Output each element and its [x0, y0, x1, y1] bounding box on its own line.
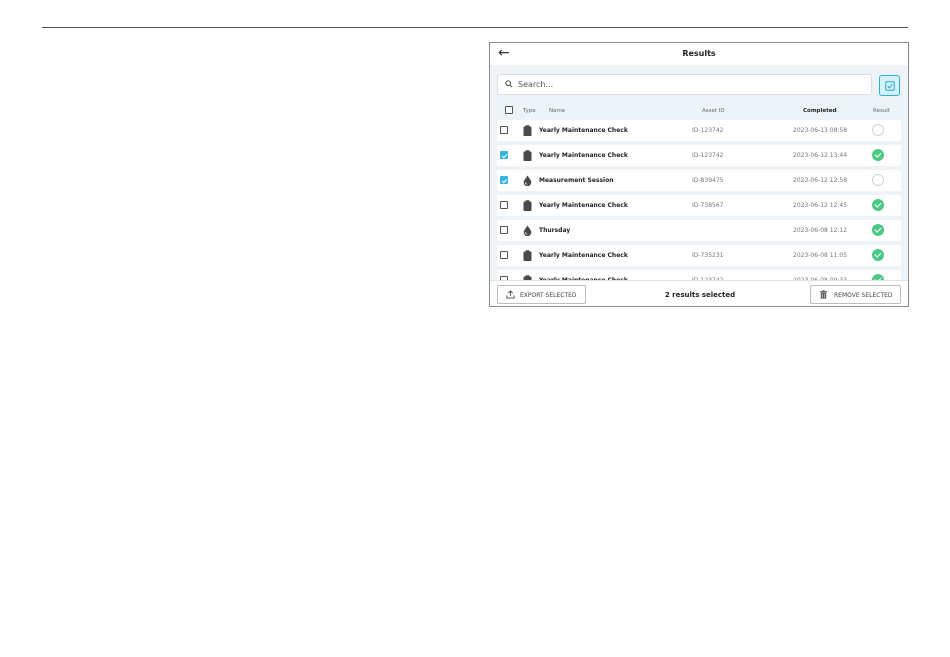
result-pass-icon — [872, 149, 884, 161]
drop-icon — [523, 225, 532, 238]
result-pass-icon — [872, 199, 884, 211]
selection-count: 2 results selected — [664, 291, 736, 299]
column-header-completed[interactable]: Completed — [803, 108, 836, 114]
result-pending-icon — [872, 124, 884, 136]
row-checkbox[interactable] — [500, 251, 508, 259]
clipboard-icon — [523, 125, 532, 138]
sort-arrow-down-icon[interactable]: ↓ — [834, 108, 839, 114]
upload-icon — [506, 290, 515, 299]
footer-bar: EXPORT SELECTED 2 results selected REMOV… — [490, 280, 908, 306]
remove-selected-label: REMOVE SELECTED — [834, 292, 893, 299]
row-completed: 2023-06-12 13:44 — [793, 152, 848, 159]
row-asset-id: ID-123742 — [692, 152, 724, 159]
result-pass-icon — [872, 224, 884, 236]
result-pass-icon — [872, 249, 884, 261]
clipboard-icon — [523, 200, 532, 213]
search-input[interactable] — [518, 78, 858, 91]
trash-icon — [819, 290, 828, 299]
export-selected-label: EXPORT SELECTED — [520, 292, 577, 299]
page-title: Results — [682, 49, 716, 58]
remove-selected-button[interactable]: REMOVE SELECTED — [810, 285, 901, 304]
row-checkbox[interactable] — [500, 151, 508, 159]
table-row[interactable]: Yearly Maintenance Check ID-123742 2023-06… — [497, 120, 901, 141]
row-checkbox[interactable] — [500, 201, 508, 209]
select-mode-button[interactable] — [879, 75, 900, 96]
row-name: Yearly Maintenance Check — [539, 252, 628, 259]
row-checkbox[interactable] — [500, 226, 508, 234]
checklist-icon — [885, 81, 895, 91]
table-row[interactable]: Thursday 2023-06-08 12:12 — [497, 220, 901, 241]
results-list: Yearly Maintenance Check ID-123742 2023-06… — [497, 120, 901, 281]
row-name: Yearly Maintenance Check — [539, 127, 628, 134]
row-name: Yearly Maintenance Check — [539, 202, 628, 209]
row-completed: 2023-06-08 11:05 — [793, 252, 848, 259]
table-row[interactable]: Yearly Maintenance Check ID-123742 2023-06… — [497, 145, 901, 166]
column-header-name[interactable]: Name — [549, 108, 565, 114]
row-name: Thursday — [539, 227, 571, 234]
row-completed: 2023-06-13 08:58 — [793, 127, 848, 134]
results-panel: ← Results Type Name Asset ID Completed ↓… — [489, 42, 909, 307]
select-all-checkbox[interactable] — [505, 106, 513, 114]
export-selected-button[interactable]: EXPORT SELECTED — [497, 285, 586, 304]
header-bar: ← Results — [490, 43, 908, 65]
drop-icon — [523, 175, 532, 188]
row-completed: 2023-06-12 12:58 — [793, 177, 848, 184]
row-name: Measurement Session — [539, 177, 614, 184]
row-checkbox[interactable] — [500, 126, 508, 134]
row-asset-id: ID-839475 — [692, 177, 724, 184]
result-pending-icon — [872, 174, 884, 186]
table-row[interactable]: Yearly Maintenance Check ID-738567 2023-06… — [497, 195, 901, 216]
row-checkbox[interactable] — [500, 176, 508, 184]
row-name: Yearly Maintenance Check — [539, 152, 628, 159]
clipboard-icon — [523, 250, 532, 263]
row-completed: 2023-06-12 12:45 — [793, 202, 848, 209]
top-divider — [42, 27, 908, 28]
table-row[interactable]: Measurement Session ID-839475 2023-06-12 1… — [497, 170, 901, 191]
search-icon — [505, 80, 513, 88]
column-header-result: Result — [873, 108, 890, 114]
row-asset-id: ID-735231 — [692, 252, 724, 259]
table-row[interactable]: Yearly Maintenance Check ID-735231 2023-06… — [497, 245, 901, 266]
search-box[interactable] — [497, 74, 872, 95]
clipboard-icon — [523, 150, 532, 163]
row-asset-id: ID-738567 — [692, 202, 724, 209]
column-header-asset-id[interactable]: Asset ID — [702, 108, 725, 114]
column-header-type: Type — [523, 108, 536, 114]
table-header: Type Name Asset ID Completed ↓ Result — [497, 103, 901, 119]
row-asset-id: ID-123742 — [692, 127, 724, 134]
row-completed: 2023-06-08 12:12 — [793, 227, 848, 234]
